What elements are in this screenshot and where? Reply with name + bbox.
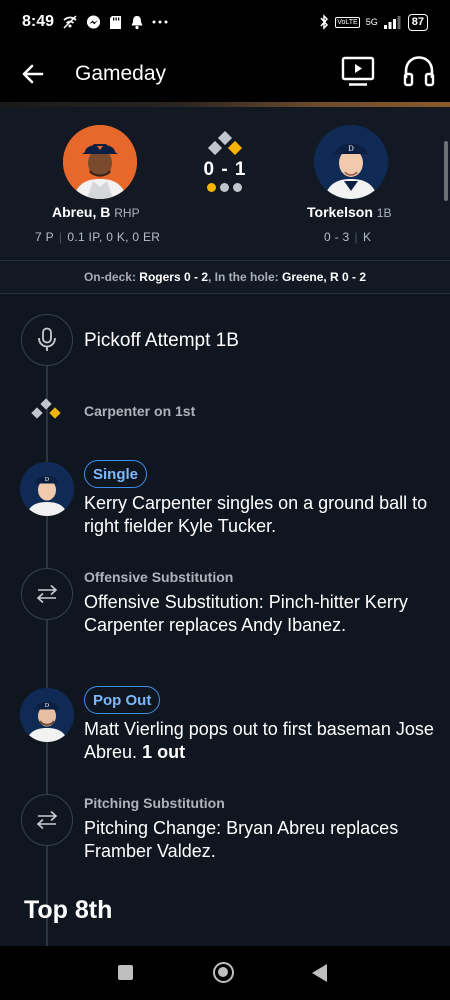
system-back-button[interactable]	[312, 964, 327, 982]
pitcher-avatar[interactable]	[63, 125, 137, 199]
signal-icon	[383, 16, 401, 29]
volte-badge: VoLTE	[335, 16, 360, 28]
status-bar: 8:49 VoLTE 5G 87	[0, 0, 450, 44]
feed-text: Offensive Substitution: Pinch-hitter Ker…	[84, 592, 408, 635]
microphone-icon	[38, 327, 56, 351]
bases-diamond-icon	[31, 398, 61, 419]
inning-header: Top 8th	[24, 896, 113, 924]
player-photo-icon	[63, 125, 137, 199]
on-deck-bar: On-deck: Rogers 0 - 2, In the hole: Gree…	[0, 260, 450, 294]
ball-strike-count: 0 - 1	[203, 159, 247, 180]
tv-play-icon[interactable]	[341, 56, 375, 88]
feed-text: Matt Vierling pops out to first baseman …	[84, 719, 434, 762]
ondeck-label: On-deck:	[83, 270, 136, 284]
player-photo-icon: D	[20, 462, 74, 516]
runner-status-text: Carpenter on 1st	[84, 403, 196, 419]
player-photo-icon: D	[20, 688, 74, 742]
status-time: 8:49	[22, 13, 55, 30]
pitcher-position: RHP	[114, 206, 140, 220]
in-hole-player: Greene, R 0 - 2	[282, 270, 367, 284]
player-avatar[interactable]: D	[20, 462, 74, 516]
wifi-off-icon	[63, 15, 77, 29]
sd-card-icon	[110, 15, 122, 29]
swap-arrows-icon	[36, 810, 58, 830]
bluetooth-icon	[320, 14, 329, 30]
player-photo-icon: D	[314, 125, 388, 199]
swap-arrows-icon	[36, 584, 58, 604]
pitcher-stats: 7 P | 0.1 IP, 0 K, 0 ER	[35, 230, 161, 244]
event-icon-circle	[21, 314, 73, 366]
battery-indicator: 87	[407, 13, 428, 31]
event-icon-circle	[21, 794, 73, 846]
out-dot	[207, 183, 216, 192]
batter-stats: 0 - 3 | K	[324, 230, 372, 244]
pitcher-pitch-count: 7 P	[35, 230, 54, 244]
feed-text: Pickoff Attempt 1B	[84, 330, 239, 351]
batter-hits: 0 - 3	[324, 230, 350, 244]
batter-result: K	[362, 230, 372, 244]
bell-icon	[131, 15, 143, 29]
notification-icons	[62, 14, 168, 30]
substitution-label: Pitching Substitution	[84, 795, 225, 811]
network-label: 5G	[365, 17, 378, 27]
event-icon-circle	[21, 568, 73, 620]
feed-text: Pitching Change: Bryan Abreu replaces Fr…	[84, 818, 399, 861]
recent-apps-button[interactable]	[118, 965, 133, 980]
outs-indicator	[207, 183, 242, 192]
page-title: Gameday	[75, 62, 167, 85]
svg-text:D: D	[45, 703, 50, 709]
feed-text: Kerry Carpenter singles on a ground ball…	[84, 493, 428, 536]
ondeck-player: Rogers 0 - 2	[139, 270, 208, 284]
svg-text:D: D	[45, 477, 50, 483]
out-dot	[220, 183, 229, 192]
substitution-label: Offensive Substitution	[84, 569, 234, 585]
pitcher-name-text: Abreu, B	[52, 204, 111, 220]
in-hole-label: , In the hole:	[208, 270, 279, 284]
outs-emphasis: 1 out	[142, 742, 186, 762]
player-avatar[interactable]: D	[20, 688, 74, 742]
more-dots-icon	[152, 20, 168, 24]
system-icons: VoLTE 5G 87	[319, 13, 428, 31]
batter-avatar[interactable]: D	[314, 125, 388, 199]
headphones-icon[interactable]	[402, 54, 436, 88]
system-nav-bar	[0, 946, 450, 1000]
pitcher-line: 0.1 IP, 0 K, 0 ER	[67, 230, 161, 244]
batter-name[interactable]: Torkelson 1B	[307, 204, 391, 220]
bases-diamond-icon	[207, 131, 243, 155]
feed-text-wrapper: Matt Vierling pops out to first baseman …	[84, 718, 436, 764]
home-button[interactable]	[213, 962, 234, 983]
svg-text:D: D	[348, 145, 354, 153]
out-dot	[233, 183, 242, 192]
play-result-badge: Single	[84, 460, 148, 488]
batter-name-text: Torkelson	[307, 204, 373, 220]
back-arrow-icon[interactable]	[20, 61, 46, 87]
pitcher-name[interactable]: Abreu, B RHP	[52, 204, 140, 220]
scrollbar-thumb[interactable]	[444, 141, 448, 201]
messenger-icon	[86, 14, 101, 29]
app-bar: Gameday	[0, 44, 450, 104]
batter-position: 1B	[376, 206, 392, 220]
play-result-badge: Pop Out	[84, 686, 161, 714]
